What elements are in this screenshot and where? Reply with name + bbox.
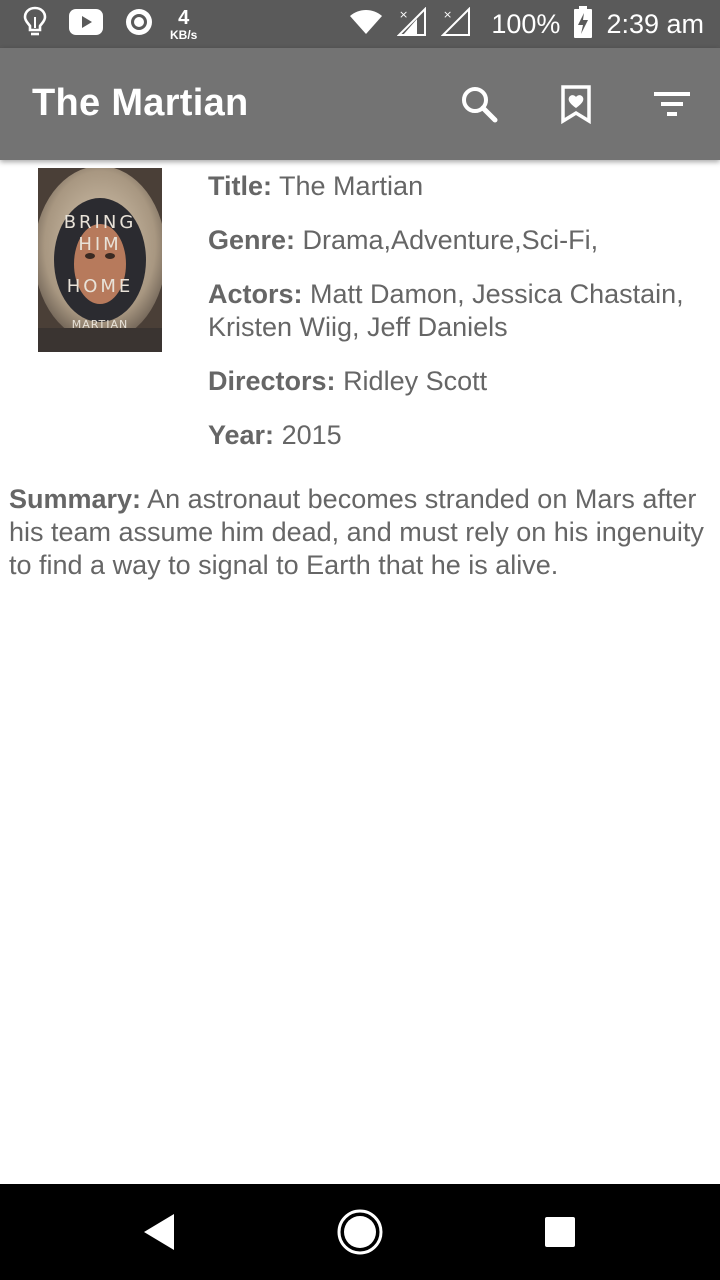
svg-text:×: × bbox=[399, 8, 408, 21]
svg-text:×: × bbox=[443, 8, 452, 21]
directors-value: Ridley Scott bbox=[343, 366, 488, 396]
directors-field: Directors: Ridley Scott bbox=[208, 365, 703, 398]
battery-charging-icon bbox=[574, 5, 593, 43]
system-navigation-bar bbox=[0, 1184, 720, 1280]
filter-button[interactable] bbox=[648, 80, 696, 128]
summary: Summary: An astronaut becomes stranded o… bbox=[9, 483, 709, 582]
lightbulb-icon bbox=[22, 5, 48, 44]
recents-icon bbox=[545, 1217, 575, 1247]
movie-poster: BRING HIM HOME MARTIAN bbox=[38, 168, 162, 352]
back-icon bbox=[144, 1214, 174, 1250]
network-speed-unit: KB/s bbox=[170, 27, 198, 42]
search-icon bbox=[462, 87, 498, 123]
battery-percent: 100% bbox=[491, 8, 561, 39]
year-field: Year: 2015 bbox=[208, 419, 703, 452]
bookmark-heart-icon bbox=[561, 85, 591, 124]
status-bar-right: × × 100% 2:39 am bbox=[335, 5, 704, 43]
year-value: 2015 bbox=[281, 420, 342, 450]
network-speed-value: 4 bbox=[178, 6, 190, 29]
filter-icon bbox=[654, 92, 690, 116]
app-bar: The Martian bbox=[0, 48, 720, 160]
actors-field: Actors: Matt Damon, Jessica Chastain, Kr… bbox=[208, 278, 703, 344]
youtube-icon bbox=[68, 8, 104, 41]
status-bar-left: 4 KB/s bbox=[22, 6, 217, 42]
genre-value: Drama,Adventure,Sci-Fi, bbox=[302, 225, 599, 255]
poster-line-3: HOME bbox=[66, 276, 134, 297]
signal-icon: × bbox=[396, 6, 427, 42]
poster-line-2: HIM bbox=[78, 234, 122, 255]
home-icon bbox=[337, 1209, 383, 1255]
title-label: Title: bbox=[208, 171, 273, 201]
record-icon bbox=[124, 7, 154, 42]
title-field: Title: The Martian bbox=[208, 170, 703, 203]
recents-button[interactable] bbox=[536, 1208, 584, 1256]
directors-label: Directors: bbox=[208, 366, 336, 396]
wifi-icon bbox=[349, 8, 383, 41]
home-button[interactable] bbox=[336, 1208, 384, 1256]
search-button[interactable] bbox=[455, 80, 503, 128]
actors-label: Actors: bbox=[208, 279, 303, 309]
movie-details: Title: The Martian Genre: Drama,Adventur… bbox=[208, 170, 703, 473]
clock: 2:39 am bbox=[606, 8, 704, 39]
status-bar: 4 KB/s × × 100% 2:39 am bbox=[0, 0, 720, 48]
back-button[interactable] bbox=[136, 1208, 184, 1256]
network-speed: 4 KB/s bbox=[170, 8, 197, 41]
genre-field: Genre: Drama,Adventure,Sci-Fi, bbox=[208, 224, 703, 257]
title-value: The Martian bbox=[279, 171, 424, 201]
favorite-bookmark-button[interactable] bbox=[552, 80, 600, 128]
page-title: The Martian bbox=[32, 82, 249, 124]
no-signal-icon: × bbox=[440, 6, 471, 42]
genre-label: Genre: bbox=[208, 225, 296, 255]
poster-tagline: BRING HIM HOME bbox=[38, 202, 162, 308]
poster-movie-mark: MARTIAN bbox=[71, 318, 129, 331]
year-label: Year: bbox=[208, 420, 275, 450]
summary-label: Summary: bbox=[9, 484, 142, 514]
